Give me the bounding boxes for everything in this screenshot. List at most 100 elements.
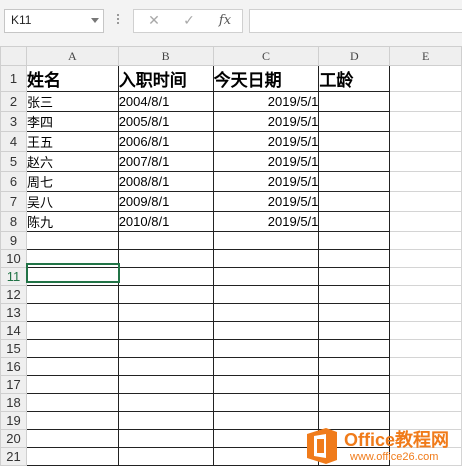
cell-d11[interactable] (318, 267, 391, 286)
cell-c12[interactable] (212, 285, 320, 304)
cell-e8[interactable] (389, 211, 462, 232)
cell-e10[interactable] (389, 249, 462, 268)
enter-icon[interactable]: ✓ (178, 10, 200, 32)
cell-a1[interactable]: 姓名 (25, 65, 119, 92)
cell-b4[interactable]: 2006/8/1 (117, 131, 214, 152)
row-header[interactable]: 2 (0, 91, 27, 112)
cell-a4[interactable]: 王五 (25, 131, 119, 152)
cell-b21[interactable] (117, 447, 214, 466)
select-all-corner[interactable] (0, 46, 27, 66)
row-header[interactable]: 7 (0, 191, 27, 212)
cell-b7[interactable]: 2009/8/1 (117, 191, 214, 212)
cell-b2[interactable]: 2004/8/1 (117, 91, 214, 112)
row-header[interactable]: 1 (0, 65, 27, 92)
cell-d4[interactable] (318, 131, 391, 152)
cell-c2[interactable]: 2019/5/1 (212, 91, 320, 112)
cell-a6[interactable]: 周七 (25, 171, 119, 192)
cell-b14[interactable] (117, 321, 214, 340)
cell-c7[interactable]: 2019/5/1 (212, 191, 320, 212)
row-header[interactable]: 4 (0, 131, 27, 152)
cell-e9[interactable] (389, 231, 462, 250)
cell-d9[interactable] (318, 231, 391, 250)
cell-b17[interactable] (117, 375, 214, 394)
row-header[interactable]: 3 (0, 111, 27, 132)
cell-b6[interactable]: 2008/8/1 (117, 171, 214, 192)
cell-e13[interactable] (389, 303, 462, 322)
cell-c17[interactable] (212, 375, 320, 394)
cell-a17[interactable] (25, 375, 119, 394)
cell-b19[interactable] (117, 411, 214, 430)
cell-d18[interactable] (318, 393, 391, 412)
cell-a21[interactable] (25, 447, 119, 466)
cell-a15[interactable] (25, 339, 119, 358)
cell-a11[interactable] (25, 267, 119, 286)
cell-d1[interactable]: 工龄 (318, 65, 391, 92)
row-header[interactable]: 14 (0, 321, 27, 340)
cell-d14[interactable] (318, 321, 391, 340)
cell-b13[interactable] (117, 303, 214, 322)
cell-b20[interactable] (117, 429, 214, 448)
insert-function-button[interactable]: fx (214, 10, 236, 32)
cell-c8[interactable]: 2019/5/1 (212, 211, 320, 232)
cell-b10[interactable] (117, 249, 214, 268)
row-header[interactable]: 15 (0, 339, 27, 358)
cell-d2[interactable] (318, 91, 391, 112)
cell-a13[interactable] (25, 303, 119, 322)
row-header[interactable]: 11 (0, 267, 27, 286)
row-header[interactable]: 20 (0, 429, 27, 448)
cell-a14[interactable] (25, 321, 119, 340)
row-header[interactable]: 17 (0, 375, 27, 394)
cell-a18[interactable] (25, 393, 119, 412)
cell-d12[interactable] (318, 285, 391, 304)
cell-d3[interactable] (318, 111, 391, 132)
cell-a2[interactable]: 张三 (25, 91, 119, 112)
cell-a8[interactable]: 陈九 (25, 211, 119, 232)
column-header-a[interactable]: A (25, 46, 119, 66)
cell-c15[interactable] (212, 339, 320, 358)
cell-c9[interactable] (212, 231, 320, 250)
chevron-down-icon[interactable] (91, 18, 99, 23)
row-header[interactable]: 10 (0, 249, 27, 268)
cell-e12[interactable] (389, 285, 462, 304)
cell-b11[interactable] (117, 267, 214, 286)
cell-a19[interactable] (25, 411, 119, 430)
cell-a5[interactable]: 赵六 (25, 151, 119, 172)
cell-a10[interactable] (25, 249, 119, 268)
row-header[interactable]: 18 (0, 393, 27, 412)
cell-b1[interactable]: 入职时间 (117, 65, 214, 92)
cell-b18[interactable] (117, 393, 214, 412)
cell-e16[interactable] (389, 357, 462, 376)
cell-e7[interactable] (389, 191, 462, 212)
cell-b12[interactable] (117, 285, 214, 304)
drag-handle-icon[interactable] (116, 12, 120, 28)
cell-c11[interactable] (212, 267, 320, 286)
cell-e1[interactable] (389, 65, 462, 92)
row-header[interactable]: 9 (0, 231, 27, 250)
cell-a16[interactable] (25, 357, 119, 376)
cell-e14[interactable] (389, 321, 462, 340)
cell-e11[interactable] (389, 267, 462, 286)
cell-d15[interactable] (318, 339, 391, 358)
cell-a9[interactable] (25, 231, 119, 250)
cell-d17[interactable] (318, 375, 391, 394)
cell-a20[interactable] (25, 429, 119, 448)
cell-c4[interactable]: 2019/5/1 (212, 131, 320, 152)
cell-e2[interactable] (389, 91, 462, 112)
cell-c5[interactable]: 2019/5/1 (212, 151, 320, 172)
cell-a3[interactable]: 李四 (25, 111, 119, 132)
cell-e18[interactable] (389, 393, 462, 412)
cell-b16[interactable] (117, 357, 214, 376)
cell-d7[interactable] (318, 191, 391, 212)
cell-d13[interactable] (318, 303, 391, 322)
cell-c6[interactable]: 2019/5/1 (212, 171, 320, 192)
cell-d8[interactable] (318, 211, 391, 232)
row-header[interactable]: 13 (0, 303, 27, 322)
cell-b3[interactable]: 2005/8/1 (117, 111, 214, 132)
cell-e15[interactable] (389, 339, 462, 358)
row-header[interactable]: 8 (0, 211, 27, 232)
cell-c10[interactable] (212, 249, 320, 268)
row-header[interactable]: 19 (0, 411, 27, 430)
row-header[interactable]: 21 (0, 447, 27, 466)
cell-d10[interactable] (318, 249, 391, 268)
cell-c14[interactable] (212, 321, 320, 340)
